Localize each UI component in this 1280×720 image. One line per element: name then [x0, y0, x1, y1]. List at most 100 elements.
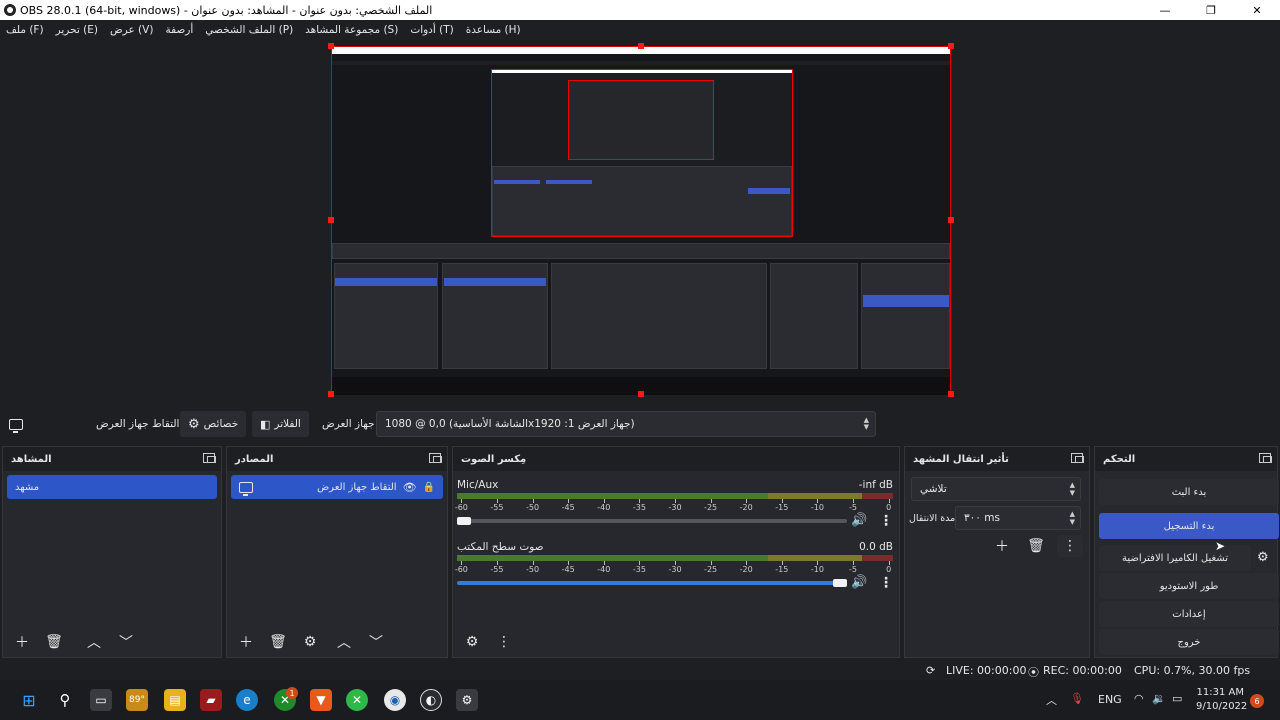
notification-count-badge[interactable]: 6: [1250, 694, 1264, 708]
move-down-icon[interactable]: ﹀: [363, 631, 389, 653]
advanced-audio-gear-icon[interactable]: ⚙: [459, 631, 485, 653]
sources-dock-title: المصادر: [235, 453, 274, 465]
display-select[interactable]: الشاشة الأساسية) 0,0 @ 1080x1920 :جهاز ا…: [376, 411, 876, 437]
scene-item[interactable]: مشهد: [7, 475, 217, 499]
search-icon[interactable]: ⚲: [54, 689, 76, 711]
exit-button[interactable]: خروج: [1099, 629, 1279, 655]
brave-browser-icon[interactable]: ▼: [310, 689, 332, 711]
transition-type-select[interactable]: تلاشي ▲ ▼: [911, 477, 1081, 501]
menu-view[interactable]: عرض (V): [110, 24, 153, 36]
nested-mixer-dock: [551, 263, 767, 369]
resize-handle-l[interactable]: [328, 217, 334, 223]
eye-icon[interactable]: 👁: [403, 481, 417, 494]
meter-tick-label: -55: [490, 503, 504, 512]
move-up-icon[interactable]: ︿: [331, 631, 357, 653]
resize-handle-bl[interactable]: [328, 391, 334, 397]
channel-name: صوت سطح المكتب: [457, 541, 544, 553]
menu-tools[interactable]: أدوات (T): [410, 24, 453, 36]
trash-icon[interactable]: 🗑: [265, 631, 291, 653]
undock-icon[interactable]: [1071, 453, 1084, 463]
kebab-menu-icon[interactable]: ⋮: [491, 631, 517, 653]
menu-docks[interactable]: أرصفة: [165, 24, 193, 36]
duration-input[interactable]: ٣٠٠ ms ▲ ▼: [955, 506, 1081, 530]
resize-handle-t[interactable]: [638, 43, 644, 49]
task-view-icon[interactable]: ▭: [90, 689, 112, 711]
undock-icon[interactable]: [429, 453, 442, 463]
volume-slider-thumb[interactable]: [457, 517, 471, 525]
windows-start-icon[interactable]: ⊞: [18, 689, 40, 711]
trash-icon[interactable]: 🗑: [1023, 535, 1049, 557]
resize-handle-tl[interactable]: [328, 43, 334, 49]
settings-button[interactable]: إعدادات: [1099, 601, 1279, 627]
close-button[interactable]: ✕: [1234, 0, 1280, 20]
kebab-menu-icon[interactable]: ⋮: [879, 513, 893, 529]
transition-type-value: تلاشي: [920, 483, 947, 495]
volume-slider-track[interactable]: [457, 519, 847, 523]
resize-handle-r[interactable]: [948, 217, 954, 223]
trash-icon[interactable]: 🗑: [41, 631, 67, 653]
wifi-icon[interactable]: ◠: [1134, 692, 1144, 705]
gear-icon[interactable]: ⚙: [297, 631, 323, 653]
sources-dock: المصادر التقاط جهاز العرض 👁 🔒 ＋ 🗑 ⚙ ︿ ﹀: [226, 446, 448, 658]
undock-icon[interactable]: [203, 453, 216, 463]
volume-icon[interactable]: 🔉: [1152, 692, 1166, 705]
source-item[interactable]: التقاط جهاز العرض 👁 🔒: [231, 475, 443, 499]
xbox-game-bar-icon[interactable]: ✕: [346, 689, 368, 711]
transitions-dock-header: تأثير انتقال المشهد: [905, 447, 1089, 471]
lock-icon[interactable]: 🔒: [423, 482, 435, 493]
menu-file[interactable]: ملف (F): [6, 24, 44, 36]
resize-handle-br[interactable]: [948, 391, 954, 397]
menu-help[interactable]: مساعدة (H): [466, 24, 521, 36]
resize-handle-b[interactable]: [638, 391, 644, 397]
preview-canvas[interactable]: [331, 46, 951, 395]
clock-date[interactable]: 9/10/2022: [1196, 701, 1247, 712]
clock-time[interactable]: 11:31 AM: [1196, 687, 1244, 698]
menu-profile[interactable]: الملف الشخصي (P): [205, 24, 293, 36]
mixer-dock-header: مِكسر الصوت: [453, 447, 899, 471]
obs-logo-icon: [4, 4, 16, 16]
studio-mode-button[interactable]: طور الاستوديو: [1099, 573, 1279, 599]
app-icon[interactable]: ◉: [384, 689, 406, 711]
properties-button[interactable]: ⚙ خصائص: [180, 411, 247, 437]
obs-taskbar-icon[interactable]: ◐: [420, 689, 442, 711]
filters-button[interactable]: ◧ الفلاتر: [252, 411, 309, 437]
minimize-button[interactable]: —: [1142, 0, 1188, 20]
menu-edit[interactable]: تحرير (E): [56, 24, 98, 36]
microphone-icon[interactable]: 🎙: [1070, 692, 1084, 705]
edge-browser-icon[interactable]: e: [236, 689, 258, 711]
undock-icon[interactable]: [1259, 453, 1272, 463]
meter-tick-label: -5: [849, 503, 858, 512]
maximize-button[interactable]: ❐: [1188, 0, 1234, 20]
volume-slider-thumb[interactable]: [833, 579, 847, 587]
speaker-icon[interactable]: 🔊: [851, 513, 867, 528]
spinner-icon: ▲ ▼: [1069, 510, 1075, 526]
battery-icon[interactable]: ▭: [1172, 692, 1182, 705]
add-scene-button[interactable]: ＋: [9, 631, 35, 653]
settings-gear-icon[interactable]: ⚙: [456, 689, 478, 711]
mixer-dock-footer: ⚙ ⋮: [453, 627, 899, 657]
file-explorer-icon[interactable]: ▤: [164, 689, 186, 711]
start-recording-button[interactable]: بدء التسجيل: [1099, 513, 1279, 539]
speaker-icon[interactable]: 🔊: [851, 575, 867, 590]
add-source-button[interactable]: ＋: [233, 631, 259, 653]
display-capture-icon: [9, 418, 23, 433]
nested-record-btn-2: [748, 188, 790, 194]
kebab-menu-icon[interactable]: ⋮: [1057, 535, 1083, 557]
game-app-icon[interactable]: ▰: [200, 689, 222, 711]
add-transition-button[interactable]: ＋: [989, 535, 1015, 557]
weather-icon[interactable]: 89°: [126, 689, 148, 711]
meter-tick-label: -50: [526, 503, 540, 512]
move-up-icon[interactable]: ︿: [81, 631, 107, 653]
sources-dock-footer: ＋ 🗑 ⚙ ︿ ﹀: [227, 627, 447, 657]
language-indicator[interactable]: ENG: [1098, 693, 1122, 706]
volume-slider-track[interactable]: [457, 581, 841, 585]
kebab-menu-icon[interactable]: ⋮: [879, 575, 893, 591]
cpu-status: CPU: 0.7%, 30.00 fps: [1134, 664, 1251, 677]
move-down-icon[interactable]: ﹀: [113, 631, 139, 653]
chevron-up-icon[interactable]: ︿: [1046, 692, 1057, 708]
start-streaming-button[interactable]: بدء البث: [1099, 479, 1279, 505]
resize-handle-tr[interactable]: [948, 43, 954, 49]
menu-scene-collection[interactable]: مجموعة المشاهد (S): [305, 24, 398, 36]
start-virtual-camera-button[interactable]: تشغيل الكاميرا الافتراضية: [1099, 545, 1251, 571]
gear-icon[interactable]: ⚙: [1257, 550, 1269, 565]
